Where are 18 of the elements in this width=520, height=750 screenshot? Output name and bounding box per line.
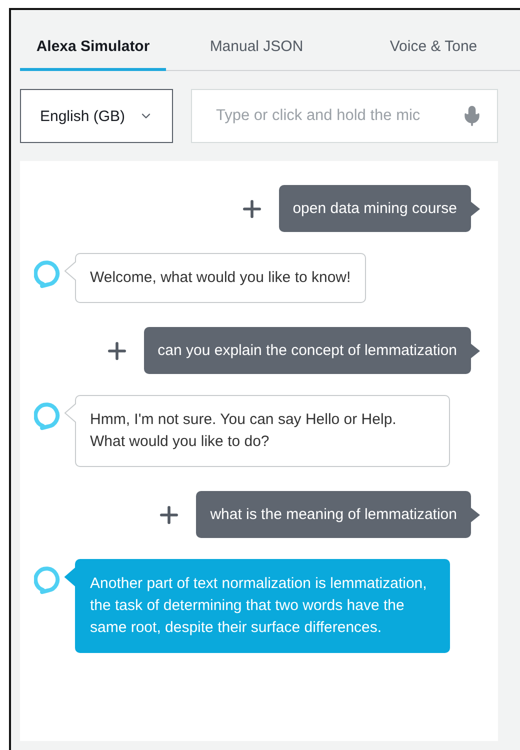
bubble-tail [64,403,76,423]
bubble-tail [470,506,480,522]
alexa-message: Welcome, what would you like to know! [75,253,366,303]
tab[interactable]: Manual JSON [170,28,343,71]
alexa-message: Hmm, I'm not sure. You can say Hello or Help. What would you like to do? [75,395,450,467]
bubble-tail [64,261,76,281]
language-dropdown[interactable]: English (GB) [20,89,173,143]
utterance-field[interactable]: Type or click and hold the mic [214,106,461,126]
alexa-message: Another part of text normalization is lemmatization, the task of determining that two words have the same root, despite their surface differences. [75,559,450,653]
tab[interactable]: Alexa Simulator [20,28,166,71]
bubble-tail [470,342,480,358]
bubble-tail [64,567,76,587]
tab[interactable]: Voice & Tone [347,28,520,71]
user-message: what is the meaning of lemmatization [196,491,471,538]
bubble-tail [470,200,480,216]
user-message: open data mining course [278,185,471,232]
utterance-box[interactable]: Type or click and hold the mic [191,89,498,143]
user-message: can you explain the concept of lemmatization [144,327,471,374]
